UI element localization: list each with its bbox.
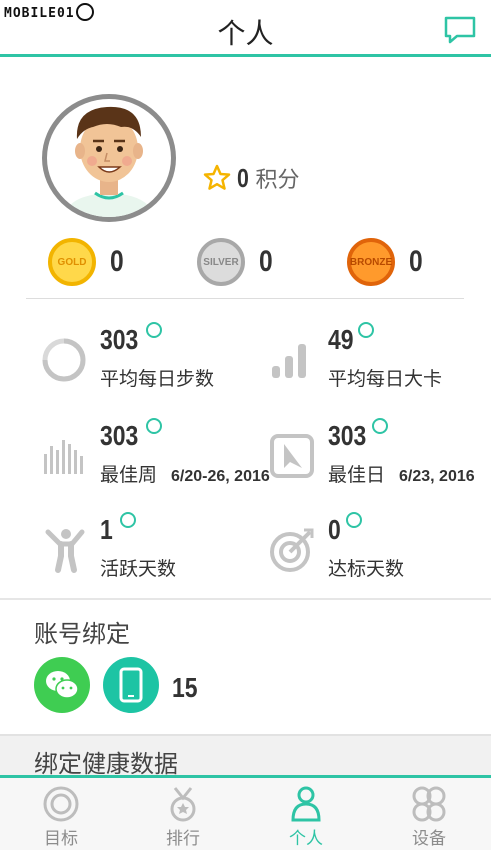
- points-label: 积分: [255, 168, 300, 193]
- divider: [26, 298, 464, 299]
- gold-medal-icon: GOLD: [48, 238, 96, 286]
- header-bar: MOBILE01 个人: [0, 0, 491, 57]
- section-divider: [0, 598, 491, 600]
- silver-medal-count: 0: [259, 245, 273, 278]
- bottom-nav: 目标 排行 个人 设备: [0, 775, 491, 850]
- chat-icon[interactable]: [443, 15, 477, 45]
- nav-device-label: 设备: [412, 829, 446, 849]
- nav-goal-label: 目标: [44, 829, 78, 849]
- active-days-value: 1: [100, 514, 113, 545]
- person-icon: [45, 529, 85, 573]
- nav-goal[interactable]: 目标: [16, 780, 106, 850]
- account-number: 15: [172, 672, 198, 703]
- bronze-medal-icon: BRONZE: [347, 238, 395, 286]
- best-day-label-text: 最佳日: [328, 464, 386, 486]
- device-icon: [412, 786, 446, 822]
- edit-badge-icon[interactable]: [146, 418, 162, 434]
- points-value: 0: [237, 162, 249, 193]
- chart-badge-icon[interactable]: [346, 512, 362, 528]
- steps-label: 平均每日步数: [100, 368, 215, 390]
- nav-ranking-label: 排行: [166, 829, 200, 849]
- silver-medal[interactable]: SILVER 0: [197, 238, 276, 286]
- chart-badge-icon[interactable]: [120, 512, 136, 528]
- bronze-medal-count: 0: [409, 245, 423, 278]
- bind-health-data-title: 绑定健康数据: [34, 750, 178, 778]
- nav-ranking[interactable]: 排行: [138, 780, 228, 850]
- phone-button[interactable]: [103, 657, 159, 713]
- person-icon: [291, 786, 321, 822]
- edit-badge-icon[interactable]: [372, 418, 388, 434]
- calories-label: 平均每日大卡: [328, 368, 443, 390]
- best-day-label: 最佳日 6/23, 2016: [328, 460, 475, 487]
- goal-days-label: 达标天数: [328, 558, 405, 580]
- edit-badge-icon[interactable]: [146, 322, 162, 338]
- target-icon: [43, 786, 79, 822]
- calories-value: 49: [328, 324, 354, 355]
- active-days-label: 活跃天数: [100, 558, 177, 580]
- best-week-value: 303: [100, 420, 139, 451]
- fire-badge-icon[interactable]: [358, 322, 374, 338]
- avatar[interactable]: [42, 94, 176, 222]
- points-row: 0 积分: [203, 160, 299, 196]
- account-binding-title: 账号绑定: [34, 620, 130, 648]
- nav-device[interactable]: 设备: [384, 780, 474, 850]
- steps-ring-icon: [42, 338, 86, 382]
- star-icon: [203, 164, 231, 190]
- best-day-icon: [270, 434, 314, 478]
- nav-personal-label: 个人: [289, 829, 323, 849]
- best-week-label-text: 最佳周: [100, 464, 158, 486]
- wechat-icon: [46, 671, 79, 699]
- week-bars-icon: [44, 440, 83, 474]
- medal-row: GOLD 0 SILVER 0 BRONZE 0: [0, 238, 491, 290]
- goal-days-value: 0: [328, 514, 341, 545]
- target-icon: [270, 528, 314, 572]
- best-week-date: 6/20-26, 2016: [171, 468, 270, 485]
- phone-icon: [119, 667, 143, 703]
- silver-medal-icon: SILVER: [197, 238, 245, 286]
- bars-icon: [272, 344, 306, 378]
- best-day-date: 6/23, 2016: [399, 468, 475, 485]
- wechat-button[interactable]: [34, 657, 90, 713]
- bind-health-data-row[interactable]: 绑定健康数据: [0, 734, 491, 778]
- best-day-value: 303: [328, 420, 367, 451]
- steps-value: 303: [100, 324, 139, 355]
- gold-medal[interactable]: GOLD 0: [48, 238, 127, 286]
- medal-icon: [170, 787, 196, 822]
- bronze-medal[interactable]: BRONZE 0: [347, 238, 426, 286]
- best-week-label: 最佳周 6/20-26, 2016: [100, 460, 270, 487]
- gold-medal-count: 0: [110, 245, 124, 278]
- avatar-illustration: [65, 106, 153, 217]
- page-title: 个人: [217, 17, 274, 50]
- nav-personal[interactable]: 个人: [261, 780, 351, 850]
